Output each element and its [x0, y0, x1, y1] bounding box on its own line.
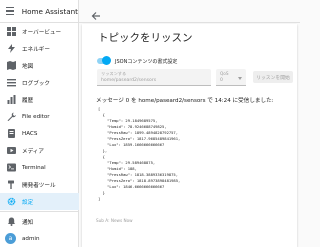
- sidebar-item-label: HACS: [22, 130, 38, 137]
- sidebar-item-developer-tools[interactable]: 開発者ツール: [0, 176, 79, 193]
- hammer-icon: [6, 180, 16, 190]
- sidebar-item-label: 通知: [22, 219, 34, 226]
- logbook-list-icon: [6, 78, 16, 88]
- sidebar-header: Home Assistant: [0, 0, 78, 23]
- sidebar-item-profile[interactable]: a admin: [0, 230, 79, 247]
- sidebar-item-label: File editor: [22, 113, 50, 120]
- hamburger-menu-icon[interactable]: [6, 7, 14, 15]
- qos-select[interactable]: QoS 0: [216, 69, 246, 86]
- history-chart-icon: [6, 95, 16, 105]
- sidebar-item-history[interactable]: 履歴: [0, 91, 79, 108]
- sidebar-item-label: エネルギー: [22, 46, 50, 53]
- page-title: トピックをリッスン: [98, 32, 193, 44]
- json-format-toggle-label: JSONコンテンツの書式設定: [115, 59, 178, 65]
- sidebar-item-label: 履歴: [22, 97, 34, 104]
- topic-input-label: リッスンする: [101, 71, 127, 76]
- app-title: Home Assistant: [21, 6, 78, 16]
- sidebar-item-label: 設定: [22, 199, 34, 206]
- hacs-icon: [6, 129, 16, 139]
- gear-icon: [6, 197, 16, 207]
- sidebar-item-label: 地図: [22, 63, 34, 70]
- chevron-down-icon: [238, 77, 242, 80]
- start-listening-button[interactable]: リッスンを開始: [253, 71, 293, 83]
- sidebar-item-energy[interactable]: エネルギー: [0, 40, 79, 57]
- topic-input-value: home/paseard2/sensors: [101, 78, 157, 83]
- topic-input[interactable]: リッスンする home/paseard2/sensors: [97, 69, 211, 86]
- sidebar-item-logbook[interactable]: ログブック: [0, 74, 79, 91]
- map-icon: [6, 61, 16, 71]
- message-header: メッセージ 0 を home/paseard2/sensors で 14:24 …: [96, 98, 274, 104]
- sidebar-item-label: メディア: [22, 148, 44, 155]
- lightning-bolt-icon: [6, 44, 16, 54]
- subscription-footer: Sub A: News Now: [96, 218, 133, 223]
- sidebar-item-label: オーバービュー: [22, 29, 62, 36]
- json-format-toggle[interactable]: [97, 56, 111, 65]
- sidebar-item-label: ログブック: [22, 80, 50, 87]
- sidebar-item-hacs[interactable]: HACS: [0, 125, 79, 142]
- sidebar-item-terminal[interactable]: Terminal: [0, 159, 79, 176]
- sidebar-item-settings[interactable]: 設定: [0, 193, 79, 210]
- bell-icon: [6, 217, 16, 227]
- sidebar-item-file-editor[interactable]: File editor: [0, 108, 79, 125]
- sidebar-item-overview[interactable]: オーバービュー: [0, 23, 79, 40]
- sidebar-item-notifications[interactable]: 通知: [0, 213, 79, 230]
- sidebar-item-label: 開発者ツール: [22, 182, 56, 189]
- user-name: admin: [22, 235, 40, 242]
- wrench-icon: [6, 112, 16, 122]
- sidebar-item-map[interactable]: 地図: [0, 57, 79, 74]
- sidebar-item-label: Terminal: [22, 164, 46, 171]
- sidebar-divider: [0, 211, 79, 212]
- sidebar-item-media[interactable]: メディア: [0, 142, 79, 159]
- message-payload: [ { "Temp": 29.1849689575, "Humid": 78.9…: [98, 106, 181, 201]
- terminal-console-icon: [6, 163, 16, 173]
- top-bar: [79, 0, 300, 23]
- avatar: a: [5, 233, 16, 244]
- qos-select-value: 0: [220, 78, 223, 83]
- overview-grid-icon: [6, 27, 16, 37]
- back-arrow-icon[interactable]: [91, 6, 101, 20]
- media-play-icon: [6, 146, 16, 156]
- qos-select-label: QoS: [220, 71, 229, 76]
